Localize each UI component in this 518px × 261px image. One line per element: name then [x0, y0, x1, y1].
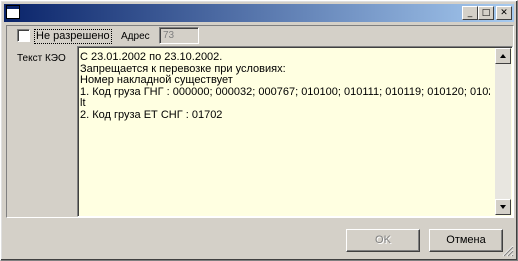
- memo-vertical-scrollbar[interactable]: [495, 48, 511, 215]
- title-bar[interactable]: _ □ ✕: [4, 4, 514, 22]
- kezo-text-label: Текст КЭО: [17, 53, 66, 64]
- window-icon[interactable]: [6, 5, 20, 19]
- close-button[interactable]: ✕: [496, 6, 512, 20]
- arrow-down-icon: [500, 205, 506, 209]
- not-allowed-checkbox[interactable]: [17, 29, 30, 42]
- minimize-button[interactable]: _: [462, 6, 478, 20]
- address-field: 73: [159, 27, 199, 44]
- scroll-up-button[interactable]: [495, 48, 511, 64]
- arrow-up-icon: [500, 54, 506, 58]
- kezo-text-content[interactable]: С 23.01.2002 по 23.10.2002. Запрещается …: [80, 52, 490, 122]
- cancel-button[interactable]: Отмена: [429, 229, 503, 252]
- not-allowed-label[interactable]: Не разрешено: [34, 29, 112, 44]
- maximize-button[interactable]: □: [478, 6, 494, 20]
- dialog-window: _ □ ✕ Не разрешено Адрес 73 Текст КЭО С …: [0, 0, 518, 261]
- address-label: Адрес: [121, 31, 150, 42]
- kezo-text-memo[interactable]: С 23.01.2002 по 23.10.2002. Запрещается …: [77, 46, 513, 217]
- ok-button[interactable]: OK: [346, 229, 420, 252]
- scroll-down-button[interactable]: [495, 199, 511, 215]
- maximize-icon: □: [481, 8, 491, 18]
- resize-grip-icon[interactable]: [502, 245, 514, 257]
- minimize-icon: _: [467, 8, 473, 18]
- close-icon: ✕: [500, 8, 508, 18]
